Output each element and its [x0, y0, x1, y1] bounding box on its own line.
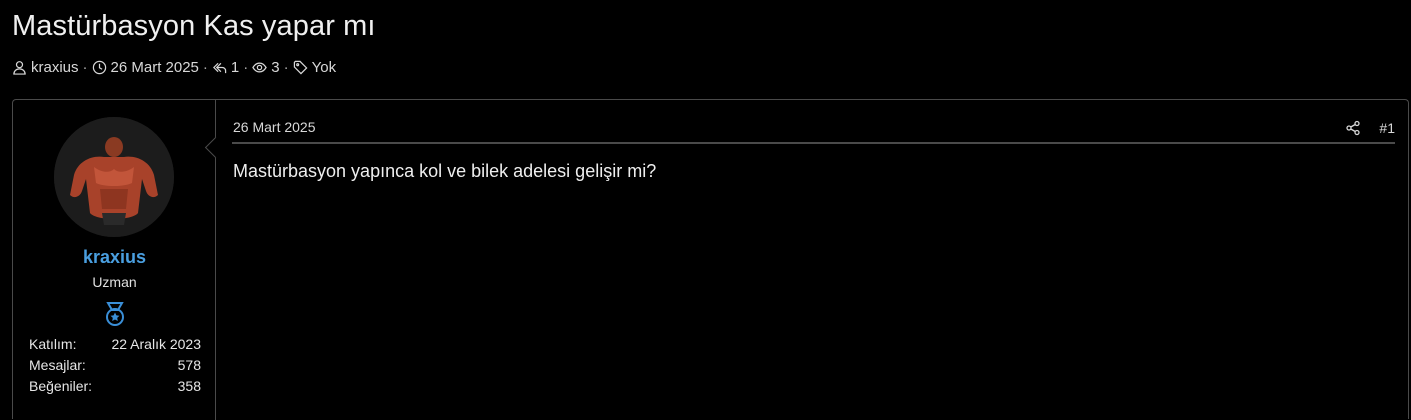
user-title: Uzman: [92, 274, 137, 290]
stat-row-likes: Beğeniler: 358: [29, 376, 201, 397]
meta-author-name[interactable]: kraxius: [31, 59, 79, 76]
stat-row-joined: Katılım: 22 Aralık 2023: [29, 334, 201, 355]
stat-value: 358: [177, 378, 201, 394]
meta-replies: 1: [212, 59, 239, 76]
meta-separator: ·: [202, 58, 208, 76]
message-actions: #1: [1345, 118, 1395, 138]
thread-meta: kraxius · 26 Mart 2025 · 1 · 3 · Yok: [12, 57, 336, 77]
post-date[interactable]: 26 Mart 2025: [233, 119, 316, 135]
user-icon: [13, 60, 26, 75]
message-header: 26 Mart 2025 #1: [232, 118, 1395, 144]
stat-row-messages: Mesajlar: 578: [29, 355, 201, 376]
stat-label: Mesajlar:: [29, 357, 86, 373]
meta-views: 3: [252, 58, 280, 76]
meta-separator: ·: [243, 58, 249, 76]
tag-icon: [293, 60, 308, 74]
post-container: kraxius Uzman Katılım: 22 Aralık 2023 Me…: [12, 99, 1409, 420]
meta-date-text[interactable]: 26 Mart 2025: [111, 59, 199, 76]
reply-icon: [212, 62, 227, 73]
meta-replies-count: 1: [230, 58, 240, 76]
avatar[interactable]: [54, 117, 174, 237]
clock-icon: [92, 60, 106, 74]
stat-value: 22 Aralık 2023: [111, 336, 201, 352]
thread-title: Mastürbasyon Kas yapar mı: [12, 10, 376, 42]
meta-views-count: 3: [271, 58, 280, 76]
message-body: Mastürbasyon yapınca kol ve bilek adeles…: [233, 161, 657, 181]
user-sidebar: kraxius Uzman Katılım: 22 Aralık 2023 Me…: [13, 100, 216, 420]
share-icon[interactable]: [1345, 120, 1361, 136]
username[interactable]: kraxius: [13, 247, 216, 268]
meta-tags: Yok: [293, 59, 336, 76]
meta-separator: ·: [283, 58, 289, 76]
post-number-link[interactable]: #1: [1379, 120, 1395, 136]
meta-tags-text: Yok: [311, 58, 337, 76]
meta-author[interactable]: kraxius: [12, 59, 79, 76]
eye-icon: [252, 61, 268, 73]
user-stats: Katılım: 22 Aralık 2023 Mesajlar: 578 Be…: [29, 334, 201, 397]
medal-icon: [106, 302, 124, 326]
message-column: 26 Mart 2025 #1 Mastürbasyon yapınca kol…: [232, 100, 1395, 420]
stat-label: Katılım:: [29, 336, 77, 352]
meta-separator: ·: [82, 58, 88, 76]
meta-date[interactable]: 26 Mart 2025: [92, 59, 199, 76]
stat-value[interactable]: 578: [178, 355, 201, 376]
stat-label: Beğeniler:: [29, 378, 93, 394]
avatar-image: [54, 117, 174, 237]
